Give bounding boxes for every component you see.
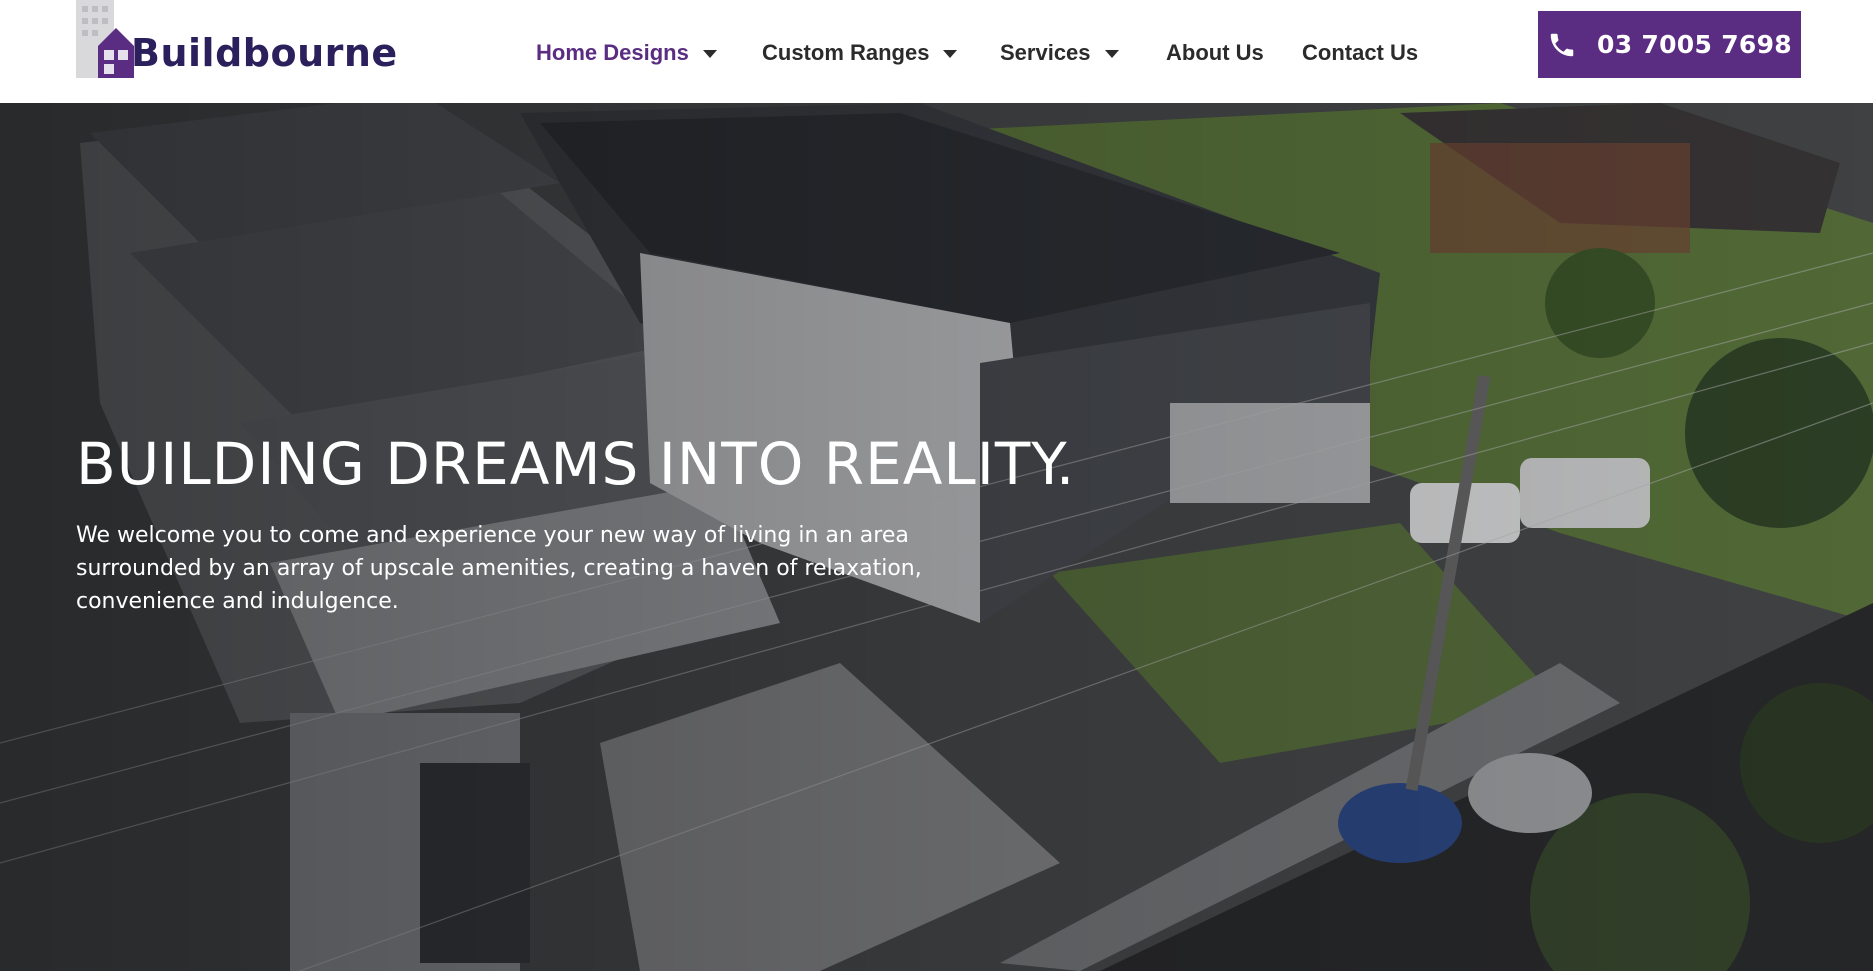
logo[interactable]: Buildbourne — [76, 0, 397, 80]
logo-wordmark: Buildbourne — [131, 31, 398, 75]
nav-item-services[interactable]: Services — [1000, 38, 1119, 68]
nav-label: Home Designs — [536, 40, 689, 65]
nav-label: Services — [1000, 40, 1091, 65]
nav-item-about-us[interactable]: About Us — [1166, 38, 1264, 68]
chevron-down-icon — [702, 50, 717, 58]
chevron-down-icon — [943, 50, 958, 58]
nav-item-custom-ranges[interactable]: Custom Ranges — [762, 38, 958, 68]
nav-label: About Us — [1166, 40, 1264, 65]
chevron-down-icon — [1104, 50, 1119, 58]
nav-label: Custom Ranges — [762, 40, 930, 65]
phone-number: 03 7005 7698 — [1597, 30, 1792, 59]
call-phone-button[interactable]: 03 7005 7698 — [1538, 11, 1801, 78]
phone-icon — [1550, 33, 1574, 56]
nav-label: Contact Us — [1302, 40, 1419, 65]
hero-section: BUILDING DREAMS INTO REALITY. We welcome… — [0, 103, 1873, 971]
site-header: Buildbourne Home Designs Custom Ranges S… — [0, 0, 1873, 103]
nav-item-home-designs[interactable]: Home Designs — [536, 38, 717, 68]
nav-item-contact-us[interactable]: Contact Us — [1302, 38, 1418, 68]
hero-title: BUILDING DREAMS INTO REALITY. — [76, 430, 1076, 498]
hero-description: We welcome you to come and experience yo… — [76, 523, 922, 614]
